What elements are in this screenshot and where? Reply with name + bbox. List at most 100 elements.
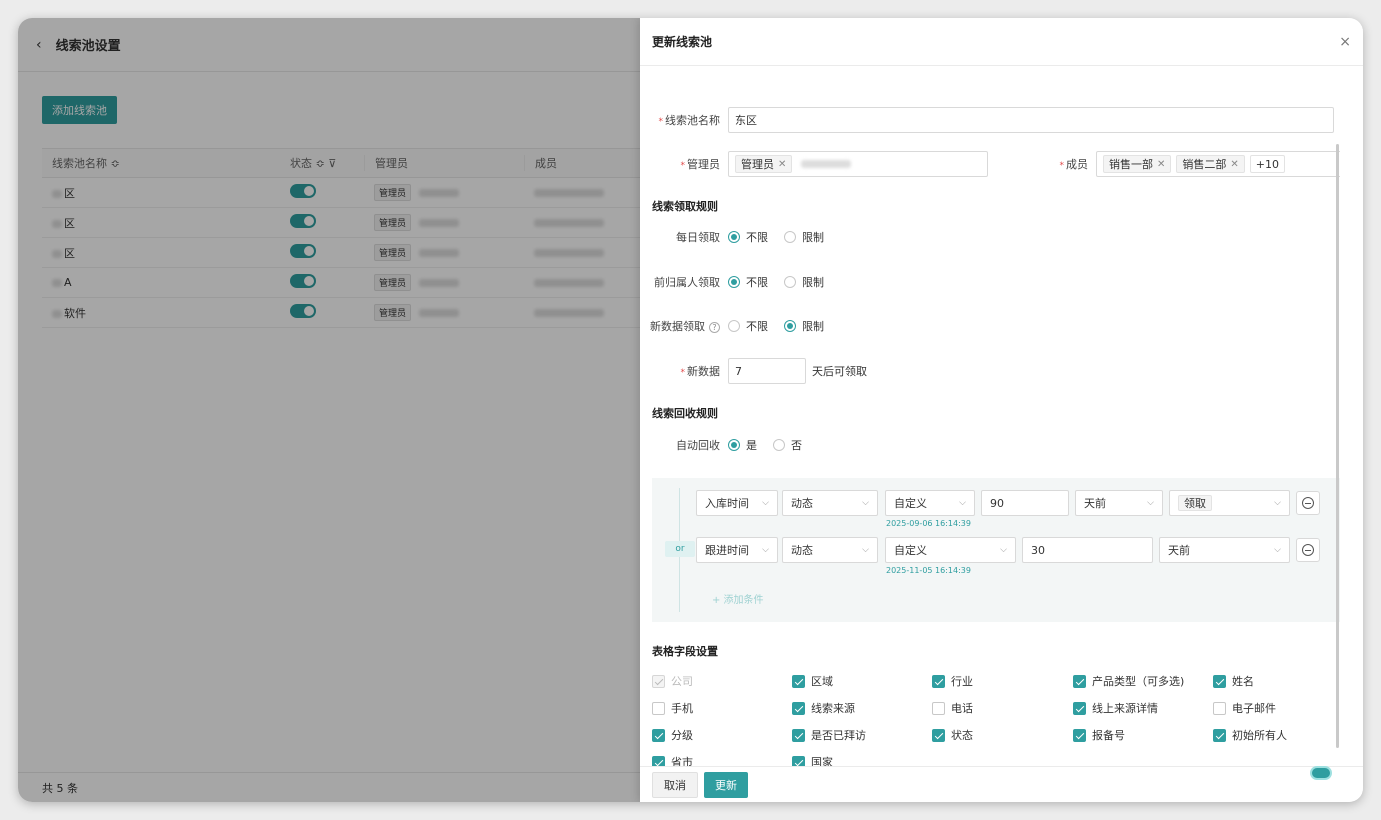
radio-dot bbox=[784, 320, 796, 332]
field-label: 省市 bbox=[671, 756, 693, 766]
chevron-down-icon: ⌵ bbox=[1274, 545, 1281, 555]
admin-label: * 管理员 bbox=[680, 158, 721, 171]
checkbox-icon bbox=[792, 728, 805, 742]
field-label: 电子邮件 bbox=[1232, 702, 1276, 715]
recycle-no-radio[interactable]: 否 bbox=[773, 437, 802, 453]
pool-name-label: * 线索池名称 bbox=[658, 114, 721, 127]
app-window: ‹ 线索池设置 添加线索池 线索池名称 ≎ 状态 ≎ ⊽ 管理员 成员 区管理员… bbox=[18, 18, 1363, 802]
field-checkbox[interactable]: 国家 bbox=[792, 754, 833, 766]
field-label: 线上来源详情 bbox=[1092, 702, 1158, 715]
cond1-unit-select[interactable]: 天前 ⌵ bbox=[1075, 490, 1163, 516]
close-icon[interactable]: × bbox=[1339, 34, 1351, 50]
drawer-body: * 线索池名称 东区 * 管理员 管理员 ✕ * 成员 销售一部 ✕ 销售二部 ✕ +10 bbox=[640, 66, 1340, 766]
field-checkbox[interactable]: 是否已拜访 bbox=[792, 727, 866, 743]
field-label: 公司 bbox=[671, 675, 693, 688]
checkbox-icon bbox=[1073, 674, 1086, 688]
checkbox-icon bbox=[932, 674, 945, 688]
chatbot-icon[interactable] bbox=[1310, 766, 1332, 780]
modal-overlay[interactable] bbox=[18, 18, 640, 802]
field-label: 产品类型（可多选) bbox=[1092, 675, 1185, 688]
cond2-unit-select[interactable]: 天前 ⌵ bbox=[1159, 537, 1290, 563]
blurred-name bbox=[801, 160, 852, 168]
prev-owner-row: 前归属人领取 不限 限制 bbox=[640, 274, 840, 290]
radio-dot bbox=[728, 231, 740, 243]
prev-unlimited-radio[interactable]: 不限 bbox=[728, 274, 768, 290]
new-data-label: * 新数据 bbox=[680, 365, 721, 378]
field-checkbox[interactable]: 行业 bbox=[932, 673, 973, 689]
radio-dot bbox=[773, 439, 785, 451]
remove-condition-button[interactable] bbox=[1296, 491, 1320, 515]
chevron-down-icon: ⌵ bbox=[1147, 498, 1154, 508]
checkbox-icon bbox=[652, 728, 665, 742]
newdata-unlimited-radio[interactable]: 不限 bbox=[728, 318, 768, 334]
prev-limited-radio[interactable]: 限制 bbox=[784, 274, 824, 290]
field-checkbox[interactable]: 状态 bbox=[932, 727, 973, 743]
field-checkbox[interactable]: 线索来源 bbox=[792, 700, 855, 716]
claim-rules-title: 线索领取规则 bbox=[652, 200, 718, 213]
cond2-mode-select[interactable]: 动态 ⌵ bbox=[782, 537, 878, 563]
field-checkbox[interactable]: 产品类型（可多选) bbox=[1073, 673, 1184, 689]
new-data-claim-label: 新数据领取? bbox=[640, 318, 728, 334]
cond1-action-select[interactable]: 领取 ⌵ bbox=[1169, 490, 1290, 516]
cond2-field-select[interactable]: 跟进时间 ⌵ bbox=[696, 537, 778, 563]
cond1-mode-select[interactable]: 动态 ⌵ bbox=[782, 490, 878, 516]
field-checkbox[interactable]: 报备号 bbox=[1073, 727, 1125, 743]
admin-select[interactable]: 管理员 ✕ bbox=[728, 151, 988, 177]
remove-tag-icon[interactable]: ✕ bbox=[1230, 159, 1238, 170]
recycle-conditions: or 入库时间 ⌵ 动态 ⌵ 自定义 ⌵ 90 天前 ⌵ 领取 ⌵ 2025-09-06 … bbox=[652, 478, 1340, 622]
update-button[interactable]: 更新 bbox=[704, 771, 748, 798]
field-checkbox[interactable]: 电子邮件 bbox=[1213, 700, 1276, 716]
checkbox-icon bbox=[1073, 728, 1086, 742]
field-checkbox[interactable]: 省市 bbox=[652, 754, 693, 766]
cond1-field-select[interactable]: 入库时间 ⌵ bbox=[696, 490, 778, 516]
admin-tag: 管理员 ✕ bbox=[735, 155, 793, 173]
member-more-tag[interactable]: +10 bbox=[1249, 155, 1285, 173]
cond2-value-input[interactable]: 30 bbox=[1022, 537, 1153, 563]
checkbox-icon bbox=[1213, 701, 1226, 715]
drawer-title: 更新线索池 bbox=[652, 35, 713, 49]
field-checkbox[interactable]: 区域 bbox=[792, 673, 833, 689]
field-checkbox[interactable]: 分级 bbox=[652, 727, 693, 743]
add-condition-button[interactable]: + 添加条件 bbox=[712, 591, 764, 606]
drawer-header: 更新线索池 × bbox=[640, 18, 1363, 66]
drawer-footer: 取消 更新 bbox=[640, 766, 1363, 802]
field-checkbox[interactable]: 姓名 bbox=[1213, 673, 1254, 689]
remove-tag-icon[interactable]: ✕ bbox=[1157, 159, 1165, 170]
checkbox-icon bbox=[792, 674, 805, 688]
new-data-suffix: 天后可领取 bbox=[812, 365, 867, 378]
cancel-button[interactable]: 取消 bbox=[652, 771, 698, 798]
field-label: 状态 bbox=[951, 729, 973, 742]
newdata-limited-radio[interactable]: 限制 bbox=[784, 318, 824, 334]
or-badge[interactable]: or bbox=[665, 541, 695, 557]
checkbox-icon bbox=[652, 674, 665, 688]
auto-recycle-row: 自动回收 是 否 bbox=[640, 437, 818, 453]
field-checkbox[interactable]: 初始所有人 bbox=[1213, 727, 1287, 743]
checkbox-icon bbox=[652, 701, 665, 715]
new-data-days-input[interactable]: 7 bbox=[728, 358, 806, 384]
recycle-yes-radio[interactable]: 是 bbox=[728, 437, 757, 453]
field-checkbox[interactable]: 线上来源详情 bbox=[1073, 700, 1158, 716]
remove-condition-button[interactable] bbox=[1296, 538, 1320, 562]
scrollbar[interactable] bbox=[1336, 144, 1339, 748]
radio-dot bbox=[728, 320, 740, 332]
help-icon[interactable]: ? bbox=[709, 322, 720, 333]
chevron-down-icon: ⌵ bbox=[1274, 498, 1281, 508]
daily-unlimited-radio[interactable]: 不限 bbox=[728, 229, 768, 245]
checkbox-icon bbox=[792, 755, 805, 766]
field-label: 国家 bbox=[811, 756, 833, 766]
cond1-range-select[interactable]: 自定义 ⌵ bbox=[885, 490, 975, 516]
daily-limited-radio[interactable]: 限制 bbox=[784, 229, 824, 245]
field-checkbox[interactable]: 手机 bbox=[652, 700, 693, 716]
remove-tag-icon[interactable]: ✕ bbox=[778, 159, 786, 170]
members-select[interactable]: 销售一部 ✕ 销售二部 ✕ +10 bbox=[1096, 151, 1340, 177]
field-checkbox[interactable]: 电话 bbox=[932, 700, 973, 716]
radio-dot bbox=[728, 276, 740, 288]
cond1-value-input[interactable]: 90 bbox=[981, 490, 1069, 516]
pool-name-input[interactable]: 东区 bbox=[728, 107, 1334, 133]
prev-owner-label: 前归属人领取 bbox=[654, 276, 720, 289]
action-tag: 领取 bbox=[1178, 495, 1212, 511]
cond2-range-select[interactable]: 自定义 ⌵ bbox=[885, 537, 1016, 563]
chevron-down-icon: ⌵ bbox=[1000, 545, 1007, 555]
members-label: * 成员 bbox=[1059, 158, 1089, 171]
recycle-rules-title: 线索回收规则 bbox=[652, 407, 718, 420]
